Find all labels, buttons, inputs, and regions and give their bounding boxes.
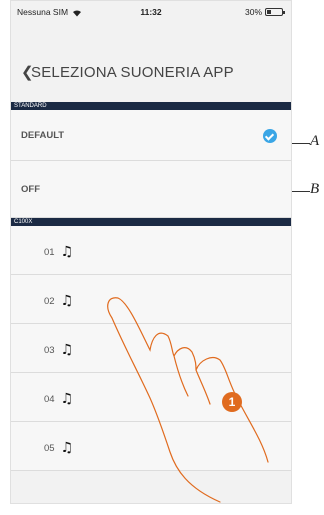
music-note-icon: ♫ bbox=[60, 293, 74, 309]
option-label: OFF bbox=[21, 184, 40, 195]
status-bar: Nessuna SIM 11:32 30% bbox=[11, 1, 291, 23]
ringtone-option-default[interactable]: DEFAULT bbox=[11, 110, 291, 161]
ringtone-number: 01 bbox=[44, 246, 55, 258]
ringtone-number: 05 bbox=[44, 442, 55, 454]
ringtone-label: 03 ♫ bbox=[44, 342, 73, 358]
battery-indicator: 30% bbox=[244, 7, 285, 17]
ringtone-number: 02 bbox=[44, 295, 55, 307]
music-note-icon: ♫ bbox=[60, 342, 74, 358]
ringtone-number: 03 bbox=[44, 344, 55, 356]
ringtone-option-off[interactable]: OFF bbox=[11, 161, 291, 218]
ringtone-label: 02 ♫ bbox=[44, 293, 73, 309]
battery-icon bbox=[265, 8, 285, 16]
ringtone-label: 01 ♫ bbox=[44, 244, 73, 260]
callout-line-a bbox=[292, 143, 310, 144]
nav-header: ❮ SELEZIONA SUONERIA APP bbox=[11, 53, 291, 89]
battery-percent: 30% bbox=[244, 7, 262, 17]
ringtone-option-01[interactable]: 01 ♫ bbox=[11, 226, 291, 275]
music-note-icon: ♫ bbox=[60, 244, 74, 260]
selected-check-icon bbox=[263, 129, 277, 143]
phone-screen: Nessuna SIM 11:32 30% ❮ SELEZIONA SUONER… bbox=[10, 0, 292, 504]
callout-line-b bbox=[292, 191, 310, 192]
section-header-standard: STANDARD bbox=[11, 102, 291, 110]
ringtone-option-05[interactable]: 05 ♫ bbox=[11, 422, 291, 471]
ringtone-option-04[interactable]: 04 ♫ bbox=[11, 373, 291, 422]
music-note-icon: ♫ bbox=[60, 440, 74, 456]
ringtone-label: 05 ♫ bbox=[44, 440, 73, 456]
callout-label-a: A bbox=[310, 133, 320, 149]
ringtone-option-03[interactable]: 03 ♫ bbox=[11, 324, 291, 373]
music-note-icon: ♫ bbox=[60, 391, 74, 407]
battery-fill bbox=[267, 10, 272, 14]
option-label: DEFAULT bbox=[21, 130, 65, 141]
ringtone-number: 04 bbox=[44, 393, 55, 405]
ringtone-option-02[interactable]: 02 ♫ bbox=[11, 275, 291, 324]
callout-label-b: B bbox=[310, 181, 320, 197]
step-number-badge: 1 bbox=[222, 392, 242, 412]
ringtone-label: 04 ♫ bbox=[44, 391, 73, 407]
section-header-c100x: C100X bbox=[11, 218, 291, 226]
page-title: SELEZIONA SUONERIA APP bbox=[31, 64, 234, 81]
